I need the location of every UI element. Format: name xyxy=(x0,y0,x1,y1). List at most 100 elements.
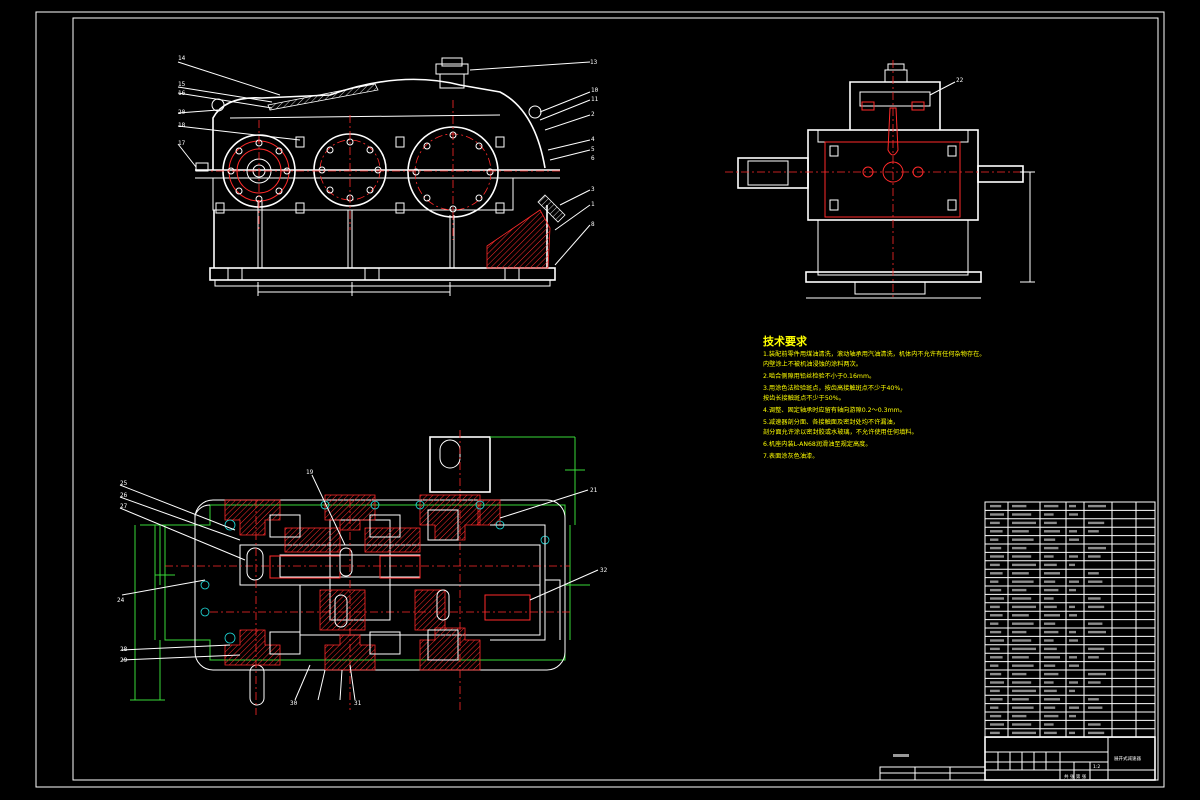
callout-3: 3 xyxy=(591,186,595,193)
callout-30: 30 xyxy=(290,700,298,707)
tech-req-line: 6.机座内装L-AN68润滑油至规定高度。 xyxy=(763,440,872,448)
bom-cell-text-mark xyxy=(1088,555,1101,558)
bom-cell-text-mark xyxy=(1088,530,1099,533)
bom-cell-text-mark xyxy=(990,504,1002,508)
bom-cell-text-mark xyxy=(1044,689,1057,693)
callout-31: 31 xyxy=(354,700,362,707)
bom-cell-text-mark xyxy=(1044,622,1056,625)
bom-cell-text-mark xyxy=(1088,546,1106,550)
tech-req-line: 1.装配前零件用煤油清洗，滚动轴承用汽油清洗，机体内不允许有任何杂物存在。 xyxy=(763,350,985,358)
bom-cell-text-mark xyxy=(990,605,1000,609)
bom-cell-text-mark xyxy=(1088,656,1099,659)
bom-cell-text-mark xyxy=(1044,714,1059,718)
bom-cell-text-mark xyxy=(1012,639,1032,642)
callout-21: 21 xyxy=(590,487,598,494)
bom-cell-text-mark xyxy=(1069,530,1077,533)
bom-cell-text-mark xyxy=(990,572,1003,575)
bom-cell-text-mark xyxy=(1044,538,1056,541)
side-view xyxy=(725,60,1035,300)
bom-cell-text-mark xyxy=(1069,580,1079,583)
bom-cell-text-mark xyxy=(1012,656,1029,659)
bom-cell-text-mark xyxy=(990,538,999,541)
bom-cell-text-mark xyxy=(1088,672,1106,676)
bom-cell-text-mark xyxy=(1012,597,1032,600)
bom-cell-text-mark xyxy=(990,555,1004,558)
bom-cell-text-mark xyxy=(1044,656,1060,659)
bom-cell-text-mark xyxy=(990,630,1002,634)
bom-cell-text-mark xyxy=(1012,698,1029,701)
bom-cell-text-mark xyxy=(990,513,1004,516)
bom-cell-text-mark xyxy=(990,546,1002,550)
bom-cell-text-mark xyxy=(1044,723,1054,726)
bom-cell-text-mark xyxy=(1044,698,1060,701)
tech-req-line: 2.啮合侧隙用铅丝检验不小于0.16mm。 xyxy=(763,372,875,380)
bom-cell-text-mark xyxy=(1044,664,1056,667)
bom-cell-text-mark xyxy=(990,714,1002,718)
bom-cell-text-mark xyxy=(1044,530,1060,533)
callout-18: 18 xyxy=(178,122,186,129)
callout-20: 20 xyxy=(178,109,186,116)
bom-cell-text-mark xyxy=(1069,513,1078,516)
bom-cell-text-mark xyxy=(1069,588,1076,592)
bom-cell-text-mark xyxy=(990,530,1003,533)
bom-cell-text-mark xyxy=(990,656,1003,659)
bom-cell-text-mark xyxy=(1012,538,1034,541)
bom-cell-text-mark xyxy=(1069,605,1075,609)
callout-2: 2 xyxy=(591,111,595,118)
bom-cell-text-mark xyxy=(1012,555,1032,558)
tech-req-line: 剖分面允许涂以密封胶或水玻璃，不允许使用任何填料。 xyxy=(763,428,918,436)
bom-cell-text-mark xyxy=(1069,656,1077,659)
bom-cell-text-mark xyxy=(1069,681,1078,684)
callout-5: 5 xyxy=(591,146,595,153)
bom-cell-text-mark xyxy=(1088,723,1101,726)
bom-cell-text-mark xyxy=(1069,664,1079,667)
bom-cell-text-mark xyxy=(1088,681,1101,684)
bom-cell-text-mark xyxy=(1012,681,1032,684)
tech-req-line: 3.用涂色法检验斑点，按齿高接触斑点不少于40%， xyxy=(763,384,906,392)
bom-cell-text-mark xyxy=(1012,563,1036,567)
bom-cell-text-mark xyxy=(1044,597,1054,600)
bom-cell-text-mark xyxy=(1012,706,1034,709)
tech-req-line: 内壁涂上不被机油浸蚀的涂料两次。 xyxy=(763,360,862,368)
callout-1: 1 xyxy=(591,201,595,208)
bom-cell-text-mark xyxy=(1012,513,1032,516)
bom-cell-text-mark xyxy=(1044,588,1059,592)
bom-cell-text-mark xyxy=(1012,614,1029,617)
callout-10: 10 xyxy=(591,87,599,94)
bom-cell-text-mark xyxy=(1044,630,1059,634)
bom-cell-text-mark xyxy=(1044,639,1054,642)
bom-cell-text-mark xyxy=(990,521,1000,525)
bom-cell-text-mark xyxy=(1012,605,1036,609)
bom-cell-text-mark xyxy=(1012,672,1027,676)
bom-cell-text-mark xyxy=(1069,706,1079,709)
tech-req-line: 4.调整、固定轴承时应留有轴向游隙0.2～0.3mm。 xyxy=(763,406,906,414)
bom-cell-text-mark xyxy=(1044,572,1060,575)
bom-cell-text-mark xyxy=(1044,580,1056,583)
callout-8: 8 xyxy=(591,221,595,228)
bom-cell-text-mark xyxy=(1088,605,1105,609)
cad-drawing: 14 15 16 20 18 17 13 10 11 2 4 5 6 3 1 8 xyxy=(35,11,1165,788)
bom-cell-text-mark xyxy=(1088,580,1103,583)
bom-cell-text-mark xyxy=(1088,622,1103,625)
bom-cell-text-mark xyxy=(1088,647,1105,651)
bom-cell-text-mark xyxy=(1044,672,1059,676)
bom-cell-text-mark xyxy=(1012,630,1027,634)
bom-cell-text-mark xyxy=(990,681,1004,684)
bom-cell-text-mark xyxy=(1012,546,1027,550)
plan-view xyxy=(119,430,599,715)
callout-6: 6 xyxy=(591,155,595,162)
bom-cell-text-mark xyxy=(990,664,999,667)
callout-19: 19 xyxy=(306,469,314,476)
bom-cell-text-mark xyxy=(1012,723,1032,726)
bom-cell-text-mark xyxy=(1088,597,1101,600)
callout-24: 24 xyxy=(117,597,125,604)
bom-cell-text-mark xyxy=(1044,647,1057,651)
bom-cell-text-mark xyxy=(1069,731,1075,735)
bom-cell-text-mark xyxy=(1012,530,1029,533)
bom-cell-text-mark xyxy=(1044,605,1057,609)
callout-32: 32 xyxy=(600,567,608,574)
bom-cell-text-mark xyxy=(990,597,1004,600)
callout-4: 4 xyxy=(591,136,595,143)
bom-cell-text-mark xyxy=(1012,689,1036,693)
bom-cell-text-mark xyxy=(1069,614,1077,617)
